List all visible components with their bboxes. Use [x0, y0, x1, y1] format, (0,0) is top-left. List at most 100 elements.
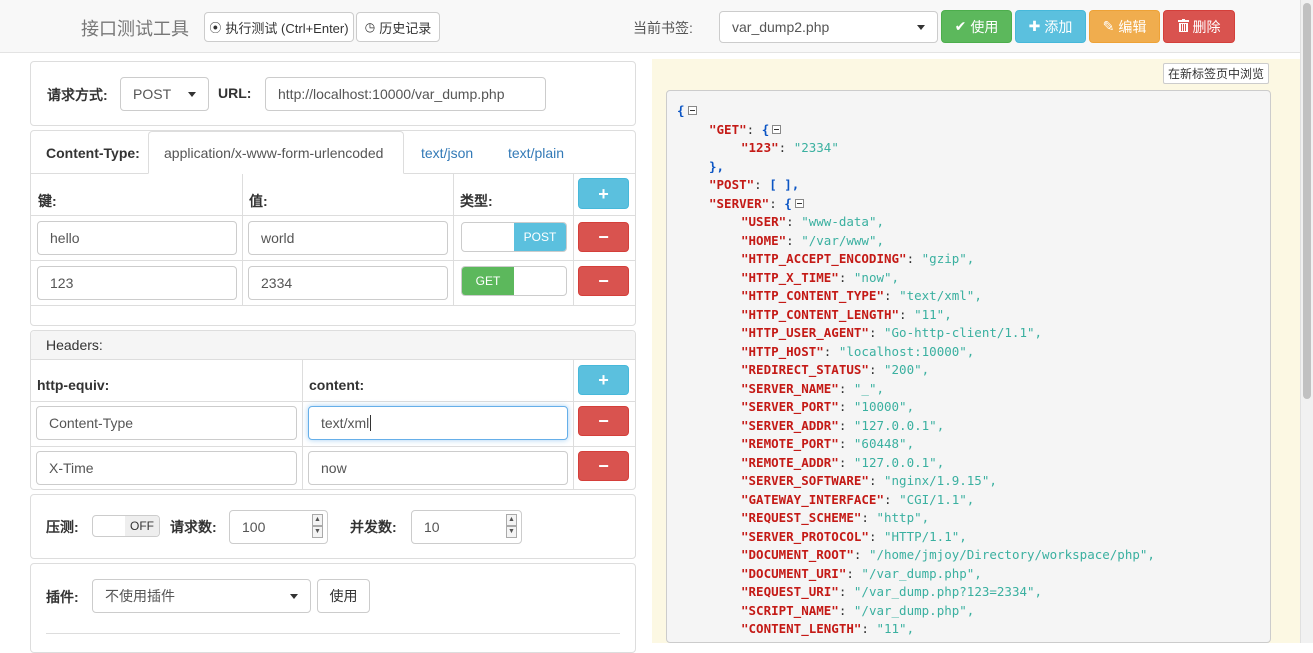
minus-icon: − [598, 456, 609, 476]
add-header-button[interactable]: + [578, 365, 629, 395]
chevron-down-icon [290, 594, 298, 599]
concurrency-spinner[interactable]: ▲ ▼ [506, 514, 517, 538]
param-type-on: GET [462, 267, 514, 295]
remove-param-button[interactable]: − [578, 266, 629, 296]
json-value: "127.0.0.1", [853, 454, 945, 470]
json-open-brace: { [784, 195, 792, 211]
json-line: "REQUEST_URI": "/var_dump.php?123=2334", [741, 583, 1042, 601]
use-bookmark-label: 使用 [970, 18, 999, 35]
tab-urlencoded[interactable]: application/x-www-form-urlencoded [148, 131, 404, 174]
json-line: "CONTENT_LENGTH": "11", [741, 620, 914, 638]
delete-bookmark-label: 删除 [1192, 18, 1221, 35]
json-value: "11", [876, 621, 915, 636]
collapse-toggle-icon[interactable] [794, 198, 804, 208]
method-select[interactable]: POST [120, 77, 209, 111]
json-colon: : [906, 251, 922, 266]
param-value-value: world [261, 230, 295, 246]
value-column-header: 值: [249, 193, 268, 209]
header-name-input[interactable]: X-Time [36, 451, 297, 485]
json-line: }, [709, 158, 724, 176]
header-name-value: X-Time [49, 460, 94, 476]
json-line: "HTTP_ACCEPT_ENCODING": "gzip", [741, 250, 974, 268]
param-type-on: POST [514, 223, 566, 251]
json-line: "SERVER_PROTOCOL": "HTTP/1.1", [741, 528, 967, 546]
scrollbar-thumb[interactable] [1303, 3, 1311, 399]
header-content-input[interactable]: text/xml [308, 406, 568, 440]
add-param-button[interactable]: + [578, 178, 629, 209]
json-value: "text/xml", [899, 288, 982, 303]
param-type-switch[interactable]: POST [461, 222, 567, 252]
header-content-input[interactable]: now [308, 451, 568, 485]
page-scrollbar[interactable] [1300, 0, 1313, 643]
json-colon: : [769, 195, 785, 211]
requests-spinner[interactable]: ▲ ▼ [312, 514, 323, 538]
json-key: "SERVER_NAME" [741, 380, 839, 396]
history-button[interactable]: ◷ 历史记录 [356, 12, 440, 42]
json-colon: : [838, 584, 854, 599]
param-value-input[interactable]: world [248, 221, 448, 255]
remove-param-button[interactable]: − [578, 222, 629, 252]
json-line: "DOCUMENT_ROOT": "/home/jmjoy/Directory/… [741, 546, 1155, 564]
json-line: "REQUEST_SCHEME": "http", [741, 509, 929, 527]
collapse-toggle-icon[interactable] [772, 124, 782, 134]
use-plugin-button[interactable]: 使用 [317, 579, 370, 613]
tab-text-plain-label: text/plain [508, 144, 565, 161]
plus-icon: ✚ [1028, 18, 1041, 34]
url-value: http://localhost:10000/var_dump.php [278, 86, 505, 102]
json-value: "/var_dump.php", [853, 602, 975, 618]
open-in-new-tab-button[interactable]: 在新标签页中浏览 [1163, 63, 1269, 84]
json-value: "60448", [853, 436, 915, 451]
remove-header-button[interactable]: − [578, 451, 629, 481]
collapse-toggle-icon[interactable] [687, 106, 697, 115]
param-value-input[interactable]: 2334 [248, 266, 448, 300]
requests-label: 请求数: [170, 519, 217, 535]
json-key: "SERVER_ADDR" [741, 417, 839, 433]
json-colon: : [838, 380, 854, 396]
content-type-label: Content-Type: [46, 145, 140, 161]
json-value: "Go-http-client/1.1", [884, 325, 1043, 340]
use-bookmark-button[interactable]: ✔ 使用 [941, 10, 1012, 43]
delete-bookmark-button[interactable]: 删除 [1163, 10, 1235, 43]
json-value: "HTTP/1.1", [884, 528, 967, 544]
text-cursor [370, 415, 372, 431]
json-line: "123": "2334" [741, 139, 839, 157]
method-label: 请求方式: [47, 87, 108, 103]
grid-line [573, 360, 574, 490]
url-input[interactable]: http://localhost:10000/var_dump.php [265, 77, 546, 111]
grid-line [302, 360, 303, 490]
headers-heading: Headers: [31, 331, 635, 360]
tab-text-plain[interactable]: text/plain [493, 131, 579, 174]
param-key-input[interactable]: hello [37, 221, 237, 255]
plugin-select[interactable]: 不使用插件 [92, 579, 311, 613]
param-key-input[interactable]: 123 [37, 266, 237, 300]
json-colon: : [778, 140, 794, 155]
run-test-button[interactable]: ⦿ 执行测试 (Ctrl+Enter) [204, 12, 354, 42]
requests-value: 100 [242, 519, 266, 535]
concurrency-input[interactable]: 10 ▲ ▼ [411, 510, 522, 544]
json-colon: : [868, 528, 884, 544]
stress-toggle-off: OFF [125, 516, 159, 536]
json-line: "SERVER_NAME": "_", [741, 380, 884, 398]
url-label: URL: [218, 85, 252, 101]
edit-bookmark-button[interactable]: ✎ 编辑 [1089, 10, 1160, 43]
tab-text-json[interactable]: text/json [406, 131, 488, 174]
concurrency-value: 10 [424, 519, 440, 535]
bookmark-select[interactable]: var_dump2.php [719, 11, 938, 43]
add-bookmark-button[interactable]: ✚ 添加 [1015, 10, 1086, 43]
json-viewer: {"GET": {"123": "2334"}, "POST": [ ], "SER… [666, 90, 1271, 643]
json-colon: : [861, 510, 877, 525]
stress-toggle[interactable]: OFF [92, 515, 160, 537]
plugin-label: 插件: [46, 589, 79, 605]
json-value: "10000", [853, 399, 915, 414]
remove-header-button[interactable]: − [578, 406, 629, 436]
requests-input[interactable]: 100 ▲ ▼ [229, 510, 328, 544]
param-type-switch[interactable]: GET [461, 266, 567, 296]
edit-bookmark-label: 编辑 [1118, 18, 1147, 35]
grid-line [31, 446, 635, 447]
json-line: "USER": "www-data", [741, 213, 884, 231]
json-line: "REDIRECT_STATUS": "200", [741, 361, 929, 379]
json-line: "HTTP_CONTENT_TYPE": "text/xml", [741, 287, 982, 305]
header-name-input[interactable]: Content-Type [36, 406, 297, 440]
json-value: "/var_dump.php", [861, 565, 982, 581]
grid-line [31, 401, 635, 402]
